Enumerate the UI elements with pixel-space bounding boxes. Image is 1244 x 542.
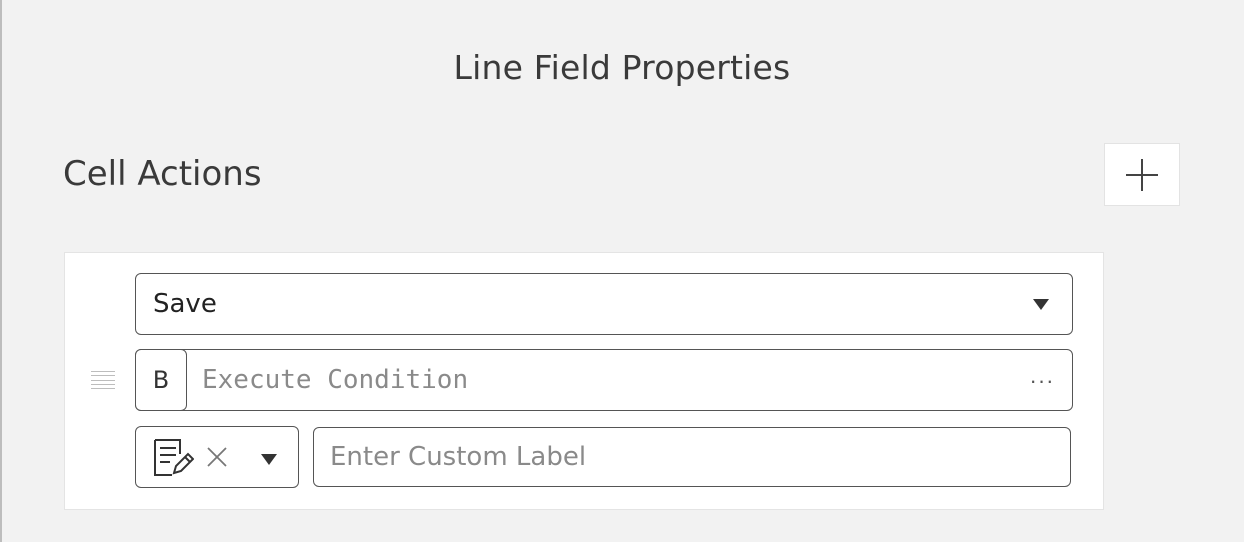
execute-condition-input[interactable] (202, 362, 1002, 398)
custom-label-input[interactable] (330, 439, 1050, 475)
action-type-value: Save (153, 289, 217, 319)
chevron-down-icon (1033, 299, 1049, 310)
chevron-down-icon (261, 454, 277, 465)
close-icon[interactable] (206, 446, 228, 468)
add-cell-action-button[interactable] (1104, 143, 1180, 206)
more-options-button[interactable]: ··· (1026, 366, 1058, 396)
edit-form-icon (154, 439, 194, 476)
condition-mode-toggle[interactable]: B (135, 349, 187, 411)
execute-condition-field: B ··· (135, 349, 1073, 411)
custom-label-field (313, 427, 1071, 487)
panel-title: Line Field Properties (453, 48, 791, 87)
section-title: Cell Actions (63, 154, 262, 194)
drag-handle-icon[interactable] (91, 371, 115, 389)
action-icon-select[interactable] (135, 426, 299, 488)
plus-icon (1126, 158, 1158, 191)
action-type-select[interactable]: Save (135, 273, 1073, 335)
